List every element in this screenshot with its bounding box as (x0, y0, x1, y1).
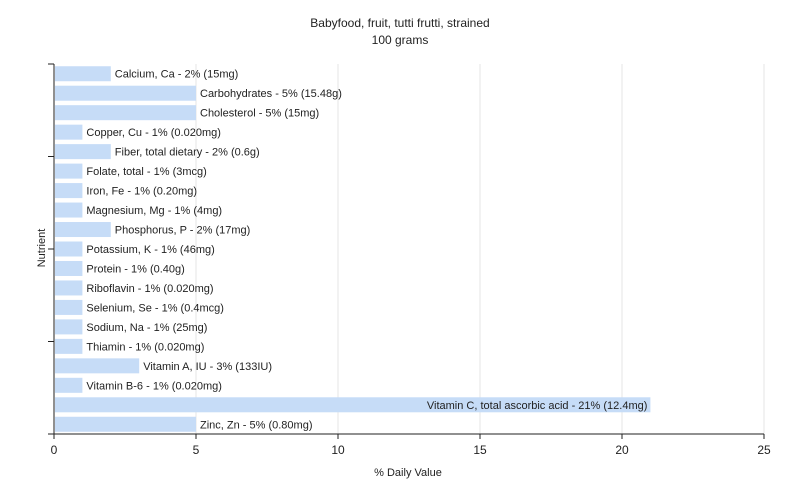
x-tick-label-4: 20 (615, 443, 629, 457)
bar-label-14: Thiamin - 1% (0.020mg) (86, 341, 204, 353)
bar-6 (55, 183, 83, 199)
bar-16 (55, 377, 83, 393)
x-tick-label-2: 10 (331, 443, 345, 457)
y-axis-label: Nutrient (36, 229, 48, 268)
bar-5 (55, 163, 83, 179)
bar-18 (55, 416, 196, 432)
bar-10 (55, 260, 83, 276)
bar-label-10: Protein - 1% (0.40g) (86, 263, 184, 275)
bar-label-5: Folate, total - 1% (3mcg) (86, 166, 206, 178)
bar-label-12: Selenium, Se - 1% (0.4mcg) (86, 302, 224, 314)
bar-label-4: Fiber, total dietary - 2% (0.6g) (115, 147, 260, 159)
nutrient-bar-chart: Babyfood, fruit, tutti frutti, strained … (36, 16, 771, 479)
chart-title: Babyfood, fruit, tutti frutti, strained (310, 16, 489, 30)
bar-15 (55, 358, 140, 374)
bar-12 (55, 299, 83, 315)
bar-label-11: Riboflavin - 1% (0.020mg) (86, 283, 213, 295)
bar-4 (55, 144, 111, 160)
bar-0 (55, 66, 111, 82)
bar-label-9: Potassium, K - 1% (46mg) (86, 244, 214, 256)
bar-13 (55, 319, 83, 335)
bar-label-6: Iron, Fe - 1% (0.20mg) (86, 186, 197, 198)
bar-label-0: Calcium, Ca - 2% (15mg) (115, 69, 238, 81)
bar-14 (55, 338, 83, 354)
bar-label-7: Magnesium, Mg - 1% (4mg) (86, 205, 222, 217)
bar-label-13: Sodium, Na - 1% (25mg) (86, 322, 207, 334)
bar-8 (55, 222, 111, 238)
bar-2 (55, 105, 196, 121)
chart-subtitle: 100 grams (372, 33, 429, 47)
bars: Calcium, Ca - 2% (15mg) Carbohydrates - 5… (55, 66, 651, 432)
bar-11 (55, 280, 83, 296)
x-axis-label: % Daily Value (374, 467, 442, 479)
x-tick-label-5: 25 (757, 443, 771, 457)
bar-label-3: Copper, Cu - 1% (0.020mg) (86, 127, 221, 139)
bar-7 (55, 202, 83, 218)
bar-label-16: Vitamin B-6 - 1% (0.020mg) (86, 380, 222, 392)
x-tick-label-0: 0 (51, 443, 58, 457)
bar-label-15: Vitamin A, IU - 3% (133IU) (143, 361, 272, 373)
bar-label-8: Phosphorus, P - 2% (17mg) (115, 225, 251, 237)
bar-label-18: Zinc, Zn - 5% (0.80mg) (200, 419, 312, 431)
x-tick-label-3: 15 (473, 443, 487, 457)
bar-label-17: Vitamin C, total ascorbic acid - 21% (12… (427, 400, 648, 412)
bar-1 (55, 85, 196, 101)
bar-9 (55, 241, 83, 257)
bar-label-1: Carbohydrates - 5% (15.48g) (200, 88, 342, 100)
bar-label-2: Cholesterol - 5% (15mg) (200, 108, 319, 120)
bar-3 (55, 124, 83, 140)
x-tick-label-1: 5 (193, 443, 200, 457)
